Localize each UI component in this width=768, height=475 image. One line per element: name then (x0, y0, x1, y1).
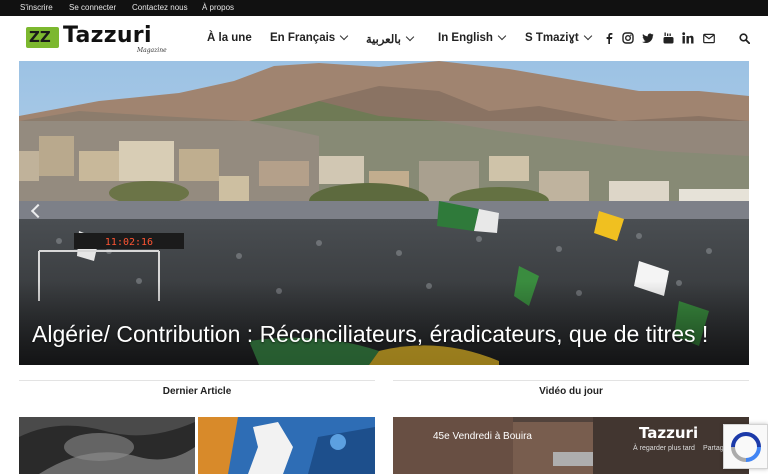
register-link[interactable]: S'inscrire (20, 3, 53, 12)
login-link[interactable]: Se connecter (69, 3, 116, 12)
youtube-icon[interactable] (662, 32, 674, 44)
chevron-down-icon (405, 32, 415, 42)
nav-item-arabic[interactable]: بالعربية (366, 32, 415, 46)
article-thumb-2[interactable] (198, 417, 375, 474)
site-logo[interactable]: ZZ Tazzuri Magazine (26, 23, 174, 55)
mail-icon[interactable] (703, 32, 715, 44)
linkedin-icon[interactable] (682, 32, 694, 44)
top-bar: S'inscrire Se connecter Contactez nous À… (0, 0, 768, 16)
chevron-down-icon (339, 31, 349, 41)
video-thumbnail[interactable]: 45e Vendredi à Bouira Tazzuri À regarder… (393, 417, 749, 474)
about-link[interactable]: À propos (202, 3, 234, 12)
chevron-down-icon (497, 31, 507, 41)
scoreboard-text: 11:02:16 (105, 237, 153, 248)
facebook-icon[interactable] (603, 32, 615, 44)
chevron-down-icon (583, 31, 592, 41)
instagram-icon[interactable] (622, 32, 634, 44)
search-icon[interactable] (738, 32, 750, 44)
hero-title[interactable]: Algérie/ Contribution : Réconciliateurs,… (32, 321, 708, 348)
hero-slider[interactable]: 11:02:16 Algérie/ Contribution : Réconci… (19, 61, 749, 365)
article-thumb-1[interactable] (19, 417, 195, 474)
hero-image: 11:02:16 (19, 61, 749, 365)
video-title[interactable]: 45e Vendredi à Bouira (433, 431, 532, 442)
recaptcha-icon (731, 432, 761, 462)
logo-tagline: Magazine (137, 47, 167, 54)
video-of-day-heading: Vidéo du jour (393, 380, 749, 402)
recaptcha-badge[interactable] (723, 424, 768, 469)
logo-name: Tazzuri (63, 23, 152, 48)
nav-item-tamazight[interactable]: S Tmaziɣt (525, 31, 592, 44)
twitter-icon[interactable] (642, 32, 654, 44)
nav-item-english[interactable]: In English (438, 31, 507, 44)
nav-item-french[interactable]: En Français (270, 31, 349, 44)
contact-link[interactable]: Contactez nous (132, 3, 188, 12)
latest-article-heading: Dernier Article (19, 380, 375, 402)
nav-item-home[interactable]: À la une (207, 32, 252, 44)
site-header: ZZ Tazzuri Magazine À la une En Français… (0, 16, 768, 62)
video-channel: Tazzuri (639, 424, 699, 442)
video-watch-later[interactable]: À regarder plus tard (633, 445, 695, 452)
logo-mark: ZZ (26, 27, 59, 48)
